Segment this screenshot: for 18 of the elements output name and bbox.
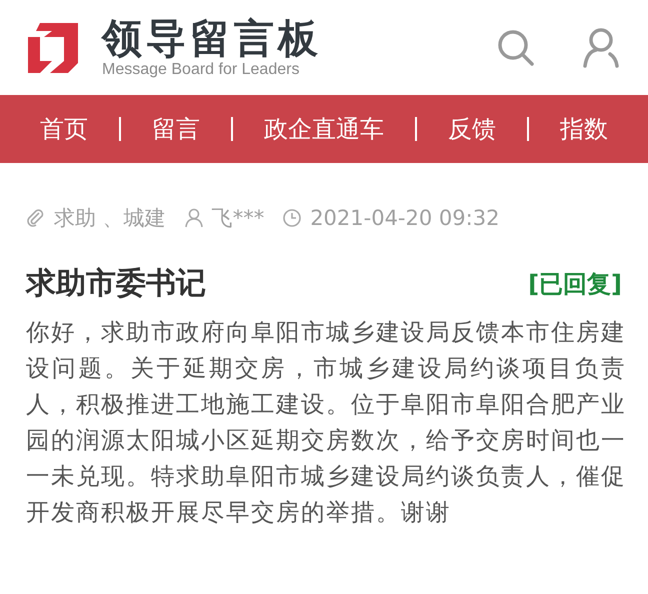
- site-title: 领导留言板: [102, 16, 322, 60]
- paperclip-icon: [26, 208, 46, 228]
- logo-icon: [28, 22, 78, 72]
- search-icon[interactable]: [496, 28, 536, 68]
- reply-status: [已回复]: [528, 268, 622, 300]
- post-time: 2021-04-20 09:32: [310, 206, 500, 230]
- post-title: 求助市委书记: [26, 265, 206, 303]
- site-subtitle: Message Board for Leaders: [102, 60, 300, 78]
- nav-link[interactable]: 首页: [40, 113, 88, 145]
- nav-link[interactable]: 留言: [152, 113, 200, 145]
- post-tags: 求助 、城建: [54, 204, 166, 232]
- nav-link[interactable]: 指数: [560, 113, 608, 145]
- post-author: 飞***: [212, 205, 264, 232]
- nav-link[interactable]: 反馈: [448, 113, 496, 145]
- post-body: 你好，求助市政府向阜阳市城乡建设局反馈本市住房建设问题。关于延期交房，市城乡建设局约谈项目负责人，积极推进工地施工建设。位于阜阳市阜阳合肥产业园的润源太阳城小区延期交房数次，给予交房时间也一一未兑现。特求助阜阳市城乡建设局约谈负责人，催促开发商积极开展尽早交房的举措。谢谢: [26, 317, 626, 528]
- clock-icon: [282, 208, 302, 228]
- nav-link[interactable]: 政企直通车: [264, 113, 384, 145]
- user-icon: [184, 208, 204, 228]
